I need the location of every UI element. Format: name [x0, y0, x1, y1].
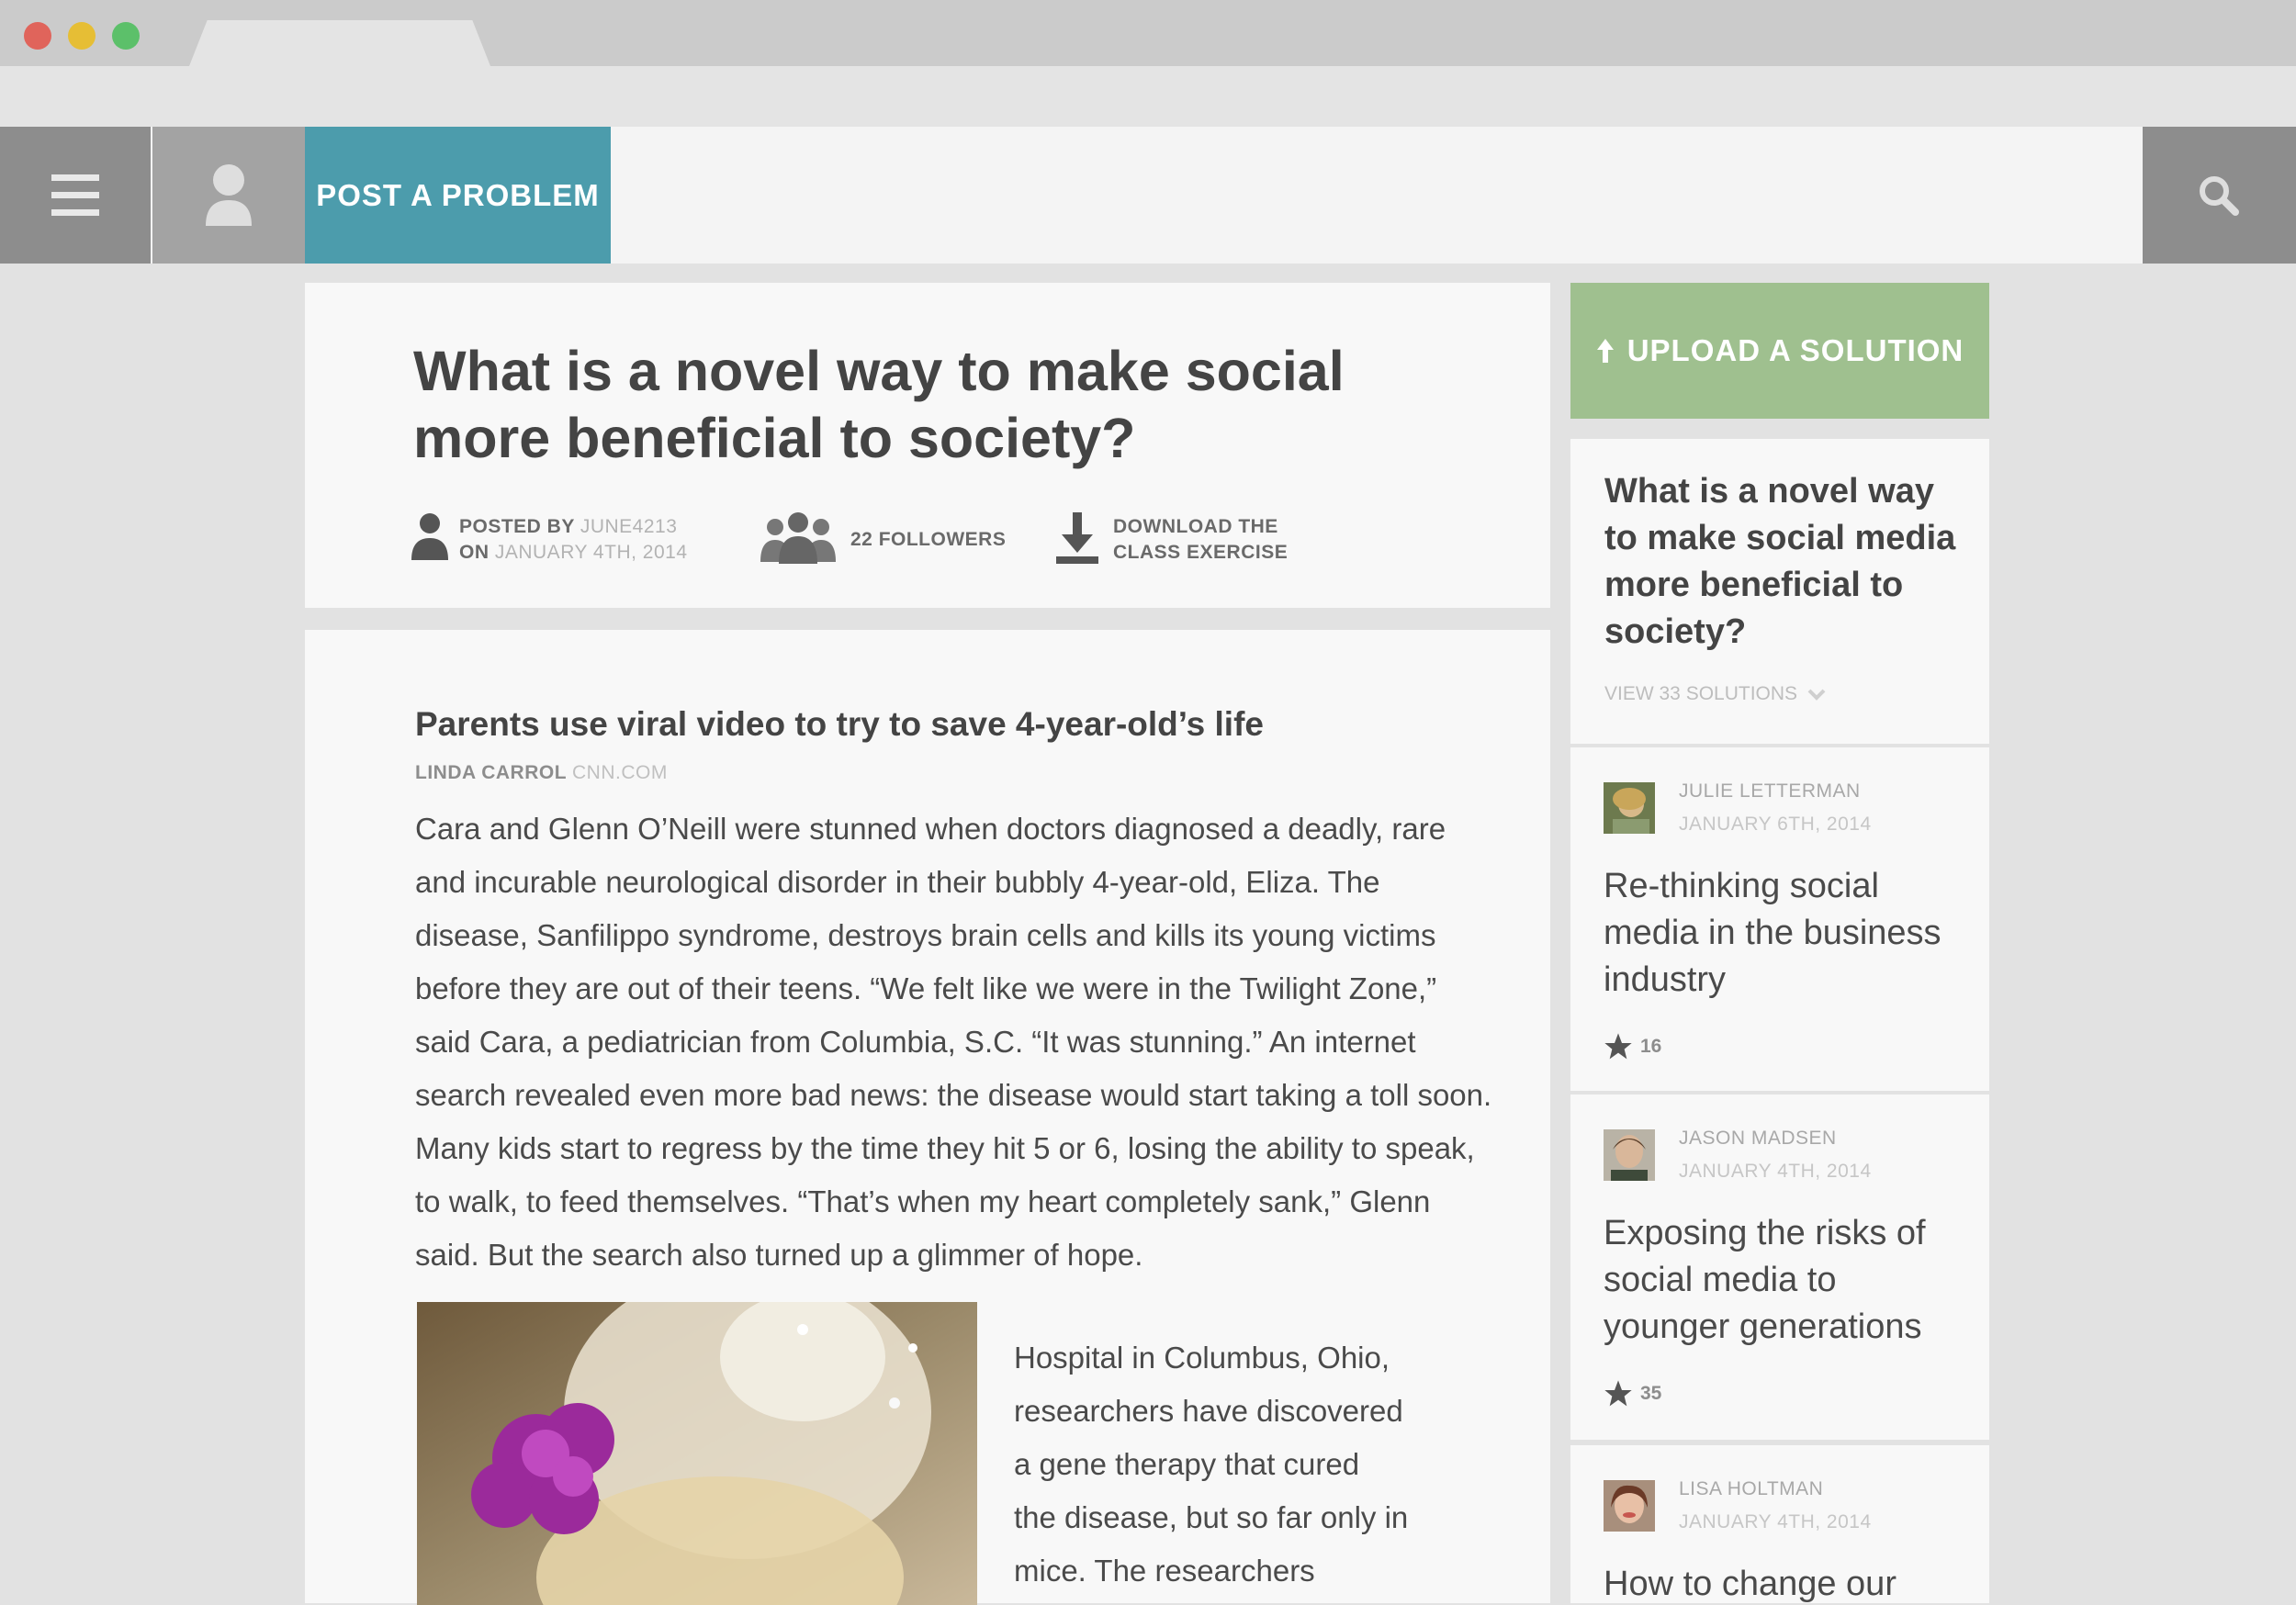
upload-arrow-icon [1596, 339, 1614, 363]
article-title[interactable]: Parents use viral video to try to save 4… [415, 705, 1425, 744]
author-link[interactable]: JUNE4213 [580, 516, 678, 537]
minimize-window-button[interactable] [68, 22, 96, 50]
article-author: LINDA CARROL [415, 762, 567, 783]
zoom-window-button[interactable] [112, 22, 140, 50]
solution-date: JANUARY 4TH, 2014 [1679, 1161, 1872, 1182]
question-card: What is a novel way to make social more … [305, 283, 1550, 608]
avatar[interactable] [1604, 1129, 1655, 1181]
on-label: ON [459, 542, 490, 563]
menu-button[interactable] [0, 127, 151, 264]
solution-card[interactable]: JULIE LETTERMAN JANUARY 6TH, 2014 Re-thi… [1570, 747, 1989, 1091]
download-class-exercise-link[interactable]: DOWNLOAD THE CLASS EXERCISE [1113, 514, 1288, 566]
chevron-down-icon [1807, 689, 1826, 701]
browser-tab[interactable] [189, 20, 490, 66]
star-rating[interactable]: 16 [1604, 1032, 1661, 1061]
posted-by-meta: POSTED BY JUNE4213 ON JANUARY 4TH, 2014 [459, 514, 688, 566]
followers-icon [760, 512, 836, 564]
author-icon [411, 513, 448, 560]
solution-card[interactable]: LISA HOLTMAN JANUARY 4TH, 2014 How to ch… [1570, 1445, 1989, 1603]
solution-date: JANUARY 6TH, 2014 [1679, 814, 1872, 835]
article-byline: LINDA CARROL CNN.COM [415, 762, 668, 784]
article-source[interactable]: CNN.COM [572, 762, 668, 783]
avatar[interactable] [1604, 1480, 1655, 1532]
user-icon [206, 164, 252, 226]
top-navigation: POST A PROBLEM [0, 127, 2296, 264]
solution-title[interactable]: Re-thinking social media in the business… [1604, 863, 1971, 1004]
posted-by-label: POSTED BY [459, 516, 575, 537]
article-body: Cara and Glenn O’Neill were stunned when… [415, 812, 1492, 1272]
solution-author[interactable]: JULIE LETTERMAN [1679, 780, 1861, 802]
view-solutions-label: VIEW 33 SOLUTIONS [1604, 683, 1798, 704]
star-count: 16 [1640, 1036, 1662, 1057]
solution-card[interactable]: JASON MADSEN JANUARY 4TH, 2014 Exposing … [1570, 1094, 1989, 1440]
search-button[interactable] [2143, 127, 2296, 264]
question-title: What is a novel way to make social more … [413, 340, 1345, 469]
search-icon [2200, 176, 2239, 216]
solution-author[interactable]: LISA HOLTMAN [1679, 1478, 1823, 1500]
article-card: Parents use viral video to try to save 4… [305, 630, 1550, 1605]
post-date: JANUARY 4TH, 2014 [494, 542, 688, 563]
close-window-button[interactable] [24, 22, 51, 50]
solution-title[interactable]: Exposing the risks of social media to yo… [1604, 1210, 1971, 1351]
article-photo [417, 1302, 977, 1605]
sidebar-question-title: What is a novel way to make social media… [1604, 472, 1956, 651]
star-icon [1604, 1033, 1632, 1060]
upload-solution-label: UPLOAD A SOLUTION [1626, 333, 1964, 367]
upload-solution-button[interactable]: UPLOAD A SOLUTION [1570, 283, 1989, 419]
sidebar-question-card: What is a novel way to make social media… [1570, 439, 1989, 744]
view-solutions-toggle[interactable]: VIEW 33 SOLUTIONS [1604, 683, 1827, 705]
solution-author[interactable]: JASON MADSEN [1679, 1128, 1837, 1150]
download-icon [1056, 512, 1098, 564]
solution-date: JANUARY 4TH, 2014 [1679, 1511, 1872, 1532]
solution-title[interactable]: How to change our [1604, 1561, 1971, 1603]
profile-button[interactable] [152, 127, 305, 264]
download-line-1: DOWNLOAD THE [1113, 516, 1278, 537]
star-icon [1604, 1380, 1632, 1407]
followers-count[interactable]: 22 FOLLOWERS [850, 527, 1006, 553]
avatar[interactable] [1604, 782, 1655, 834]
star-rating[interactable]: 35 [1604, 1379, 1661, 1409]
browser-toolbar [0, 66, 2296, 127]
star-count: 35 [1640, 1383, 1662, 1404]
browser-titlebar [0, 0, 2296, 66]
download-line-2: CLASS EXERCISE [1113, 542, 1289, 563]
post-problem-button[interactable]: POST A PROBLEM [305, 127, 611, 264]
article-body-continued: Hospital in Columbus, Ohio, researchers … [1014, 1341, 1409, 1588]
